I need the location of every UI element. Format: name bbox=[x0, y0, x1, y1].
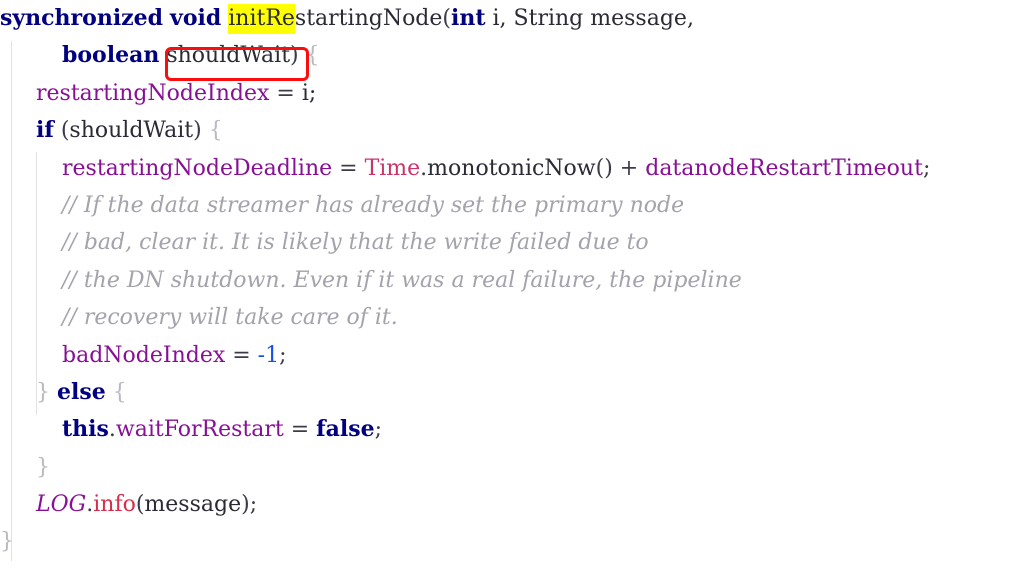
code-token: // If the data streamer has already set … bbox=[62, 192, 685, 218]
code-token: ) bbox=[241, 492, 250, 518]
code-token: synchronized bbox=[0, 5, 164, 31]
code-token: if bbox=[36, 117, 54, 144]
code-snippet-viewer: synchronized void initRestartingNode(int… bbox=[0, 0, 1022, 582]
code-token: this bbox=[62, 416, 109, 443]
code-line: // bad, clear it. It is likely that the … bbox=[0, 224, 1022, 261]
code-line: if (shouldWait) { bbox=[0, 112, 1022, 149]
code-token: else bbox=[57, 378, 106, 405]
annotation-highlight-text: initRe bbox=[228, 4, 295, 34]
code-token: ) bbox=[193, 118, 202, 144]
code-token: { bbox=[112, 379, 127, 405]
code-line: synchronized void initRestartingNode(int… bbox=[0, 0, 1022, 37]
code-token: datanodeRestartTimeout bbox=[645, 155, 923, 181]
code-token: info bbox=[93, 492, 136, 518]
code-token: } bbox=[0, 529, 14, 555]
code-token: -1 bbox=[257, 342, 280, 368]
code-token: = bbox=[283, 417, 317, 443]
code-token: ( bbox=[442, 6, 452, 31]
code-token: + bbox=[612, 155, 646, 181]
code-token: } bbox=[36, 454, 50, 480]
code-token: = bbox=[332, 155, 365, 181]
code-token: int bbox=[451, 5, 486, 31]
code-token: restartingNodeDeadline bbox=[62, 155, 333, 181]
code-token: boolean bbox=[62, 42, 160, 69]
code-line: this.waitForRestart = false; bbox=[0, 411, 1022, 448]
code-line: restartingNodeDeadline = Time.monotonicN… bbox=[0, 150, 1022, 187]
code-token: waitForRestart bbox=[115, 417, 284, 443]
code-token: badNodeIndex bbox=[62, 342, 226, 368]
code-line: } bbox=[0, 449, 1022, 486]
code-token: void bbox=[170, 5, 222, 31]
code-token: i; bbox=[301, 80, 317, 106]
code-token: ) bbox=[290, 43, 299, 69]
code-token: . bbox=[108, 417, 116, 443]
code-token: false bbox=[316, 416, 375, 443]
code-token: restartingNodeIndex bbox=[36, 80, 270, 106]
code-token: Time bbox=[364, 155, 421, 181]
code-token: monotonicNow bbox=[427, 155, 596, 181]
code-token: = bbox=[269, 80, 302, 106]
code-line: } bbox=[0, 523, 1022, 560]
code-token: ; bbox=[922, 155, 931, 181]
code-token: startingNode bbox=[294, 6, 443, 31]
code-token: { bbox=[208, 118, 223, 144]
code-line: // If the data streamer has already set … bbox=[0, 187, 1022, 224]
code-line: boolean shouldWait) { bbox=[0, 37, 1022, 74]
code-token: shouldWait bbox=[69, 118, 194, 144]
code-token: = bbox=[225, 342, 258, 368]
code-token: i, bbox=[485, 6, 514, 31]
code-token: ; bbox=[279, 342, 287, 368]
code-token: () bbox=[595, 155, 613, 181]
code-token: String bbox=[513, 6, 584, 31]
code-line: restartingNodeIndex = i; bbox=[0, 75, 1022, 112]
code-token: // bad, clear it. It is likely that the … bbox=[62, 230, 649, 256]
code-line: } else { bbox=[0, 374, 1022, 411]
code-token: // the DN shutdown. Even if it was a rea… bbox=[62, 267, 742, 293]
code-token: message bbox=[144, 492, 242, 518]
code-token: // recovery will take care of it. bbox=[62, 305, 398, 331]
code-token: ; bbox=[374, 417, 383, 443]
code-token: message, bbox=[583, 6, 694, 31]
code-line: // the DN shutdown. Even if it was a rea… bbox=[0, 262, 1022, 299]
code-token: { bbox=[305, 43, 320, 69]
code-token: LOG bbox=[36, 492, 87, 518]
code-token: ; bbox=[249, 492, 258, 518]
code-line: badNodeIndex = -1; bbox=[0, 337, 1022, 374]
code-token: shouldWait bbox=[166, 43, 291, 69]
code-line: // recovery will take care of it. bbox=[0, 299, 1022, 336]
code-token: } bbox=[36, 379, 50, 405]
code-lines: synchronized void initRestartingNode(int… bbox=[0, 0, 1022, 561]
code-line: LOG.info(message); bbox=[0, 486, 1022, 523]
